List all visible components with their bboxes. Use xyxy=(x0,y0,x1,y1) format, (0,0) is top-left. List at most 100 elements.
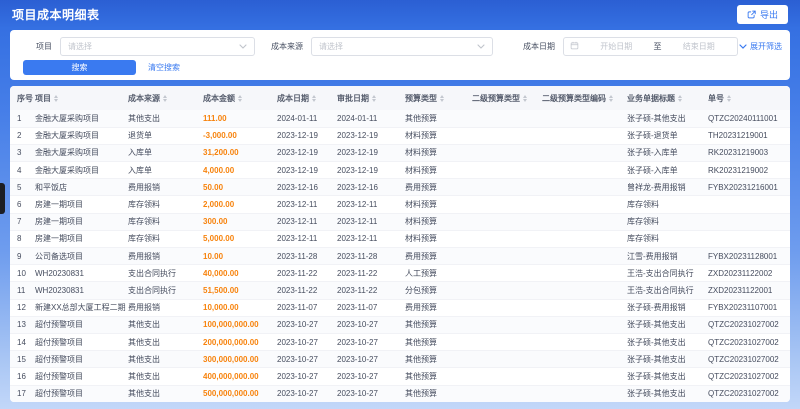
cell-index: 3 xyxy=(10,144,35,163)
sort-icon xyxy=(609,94,613,102)
cell-sub-budget-type xyxy=(472,110,542,128)
cell-doc-no: QTZC20231027002 xyxy=(708,350,790,369)
cell-doc-title: 库存领料 xyxy=(627,195,708,214)
cell-sub-budget-code xyxy=(542,161,627,180)
cell-cost-date: 2023-12-11 xyxy=(277,195,337,214)
table-row: 17 超付预警项目 其他支出 500,000,000.00 2023-10-27 2023… xyxy=(10,385,790,402)
source-select-placeholder: 请选择 xyxy=(319,42,343,51)
cell-budget-type: 其他预算 xyxy=(405,350,472,369)
source-select[interactable]: 请选择 xyxy=(311,37,493,56)
cell-doc-no: QTZC20231027002 xyxy=(708,316,790,334)
cell-doc-title: 曾祥龙-费用报销 xyxy=(627,178,708,197)
column-header-label: 成本日期 xyxy=(277,93,309,103)
cell-doc-title: 库存领料 xyxy=(627,230,708,249)
cell-project: 房建一期项目 xyxy=(35,195,128,214)
cell-source: 其他支出 xyxy=(128,316,203,334)
cell-budget-type: 其他预算 xyxy=(405,385,472,402)
column-header-sub-budget-code[interactable]: 二级预算类型编码 xyxy=(542,86,627,110)
cell-source: 其他支出 xyxy=(128,333,203,352)
cell-approve-date: 2023-12-19 xyxy=(337,144,405,163)
cell-cost-date: 2023-12-19 xyxy=(277,127,337,145)
cell-cost-date: 2023-12-19 xyxy=(277,161,337,180)
search-button[interactable]: 搜索 xyxy=(23,60,136,75)
cell-project: 新建XX总部大厦工程二期 xyxy=(35,299,128,317)
column-header-amount[interactable]: 成本金额 xyxy=(203,86,277,110)
cost-detail-table-card: 序号 项目 成本来源 成本金额 成本日期 审批日期 预算类型 二级预算类型 二级预算类型编码 业务… xyxy=(10,86,790,402)
cell-cost-date: 2023-10-27 xyxy=(277,333,337,352)
cell-budget-type: 分包预算 xyxy=(405,281,472,300)
column-header-cost-date[interactable]: 成本日期 xyxy=(277,86,337,110)
cell-budget-type: 费用预算 xyxy=(405,299,472,317)
cell-cost-date: 2023-12-16 xyxy=(277,178,337,197)
cell-index: 12 xyxy=(10,299,35,317)
chevron-down-icon xyxy=(739,42,747,51)
column-header-project[interactable]: 项目 xyxy=(35,86,128,110)
column-header-doc-title[interactable]: 业务单据标题 xyxy=(627,86,708,110)
cell-sub-budget-code xyxy=(542,316,627,334)
cost-date-range-picker[interactable]: 开始日期 至 结束日期 xyxy=(563,37,738,56)
cell-approve-date: 2023-12-11 xyxy=(337,230,405,249)
cell-index: 16 xyxy=(10,367,35,386)
cell-amount: -3,000.00 xyxy=(203,127,277,145)
cell-index: 7 xyxy=(10,213,35,231)
cell-index: 5 xyxy=(10,178,35,197)
cell-project: 超付预警项目 xyxy=(35,367,128,386)
cell-sub-budget-type xyxy=(472,281,542,300)
cell-budget-type: 材料预算 xyxy=(405,161,472,180)
cell-index: 6 xyxy=(10,195,35,214)
column-header-sub-budget-type[interactable]: 二级预算类型 xyxy=(472,86,542,110)
cell-index: 15 xyxy=(10,350,35,369)
cell-doc-no: ZXD20231122002 xyxy=(708,264,790,283)
sort-icon xyxy=(163,94,167,102)
cell-sub-budget-type xyxy=(472,127,542,145)
cell-sub-budget-type xyxy=(472,213,542,231)
cell-sub-budget-type xyxy=(472,230,542,249)
cell-sub-budget-type xyxy=(472,264,542,283)
export-icon xyxy=(747,10,756,19)
column-header-source[interactable]: 成本来源 xyxy=(128,86,203,110)
date-end-input[interactable]: 结束日期 xyxy=(667,41,732,52)
project-select[interactable]: 请选择 xyxy=(60,37,255,56)
cell-source: 费用报销 xyxy=(128,178,203,197)
cell-approve-date: 2023-10-27 xyxy=(337,350,405,369)
chevron-down-icon xyxy=(477,42,485,51)
cell-doc-no: FYBX20231107001 xyxy=(708,299,790,317)
cell-sub-budget-code xyxy=(542,110,627,128)
export-button[interactable]: 导出 xyxy=(736,5,788,24)
project-filter-label: 项目 xyxy=(36,42,52,51)
column-header-doc-no[interactable]: 单号 xyxy=(708,86,790,110)
column-header-approve-date[interactable]: 审批日期 xyxy=(337,86,405,110)
cell-doc-title: 张子硕-其他支出 xyxy=(627,367,708,386)
table-row: 1 金融大厦采购项目 其他支出 111.00 2024-01-11 2024-01-11 其… xyxy=(10,110,790,128)
cell-cost-date: 2024-01-11 xyxy=(277,110,337,128)
cell-project: 金融大厦采购项目 xyxy=(35,161,128,180)
cell-doc-title: 张子硕-其他支出 xyxy=(627,110,708,128)
column-header-label: 成本来源 xyxy=(128,93,160,103)
expand-filters-link[interactable]: 展开筛选 xyxy=(739,41,782,52)
cell-project: 金融大厦采购项目 xyxy=(35,127,128,145)
cell-doc-no: TH20231219001 xyxy=(708,127,790,145)
cell-budget-type: 材料预算 xyxy=(405,230,472,249)
cell-source: 其他支出 xyxy=(128,385,203,402)
cell-amount: 50.00 xyxy=(203,178,277,197)
column-header-budget-type[interactable]: 预算类型 xyxy=(405,86,472,110)
date-start-input[interactable]: 开始日期 xyxy=(584,41,649,52)
cell-amount: 40,000.00 xyxy=(203,264,277,283)
table-row: 16 超付预警项目 其他支出 400,000,000.00 2023-10-27 2023… xyxy=(10,367,790,386)
cell-source: 支出合同执行 xyxy=(128,264,203,283)
cell-doc-no: RK20231219002 xyxy=(708,161,790,180)
cell-amount: 2,000.00 xyxy=(203,195,277,214)
table-row: 4 金融大厦采购项目 入库单 4,000.00 2023-12-19 2023-12-19… xyxy=(10,161,790,180)
edge-collapse-handle[interactable] xyxy=(0,183,5,214)
cell-cost-date: 2023-12-11 xyxy=(277,213,337,231)
table-header-row: 序号 项目 成本来源 成本金额 成本日期 审批日期 预算类型 二级预算类型 二级预算类型编码 业务… xyxy=(10,86,790,110)
column-header-label: 预算类型 xyxy=(405,93,437,103)
cell-approve-date: 2023-11-22 xyxy=(337,264,405,283)
clear-search-button[interactable]: 清空搜索 xyxy=(148,62,180,73)
chevron-down-icon xyxy=(239,42,247,51)
sort-icon xyxy=(312,94,316,102)
cell-sub-budget-code xyxy=(542,213,627,231)
table-row: 15 超付预警项目 其他支出 300,000,000.00 2023-10-27 2023… xyxy=(10,350,790,369)
cell-budget-type: 材料预算 xyxy=(405,195,472,214)
cell-doc-no: QTZC20240111001 xyxy=(708,110,790,128)
